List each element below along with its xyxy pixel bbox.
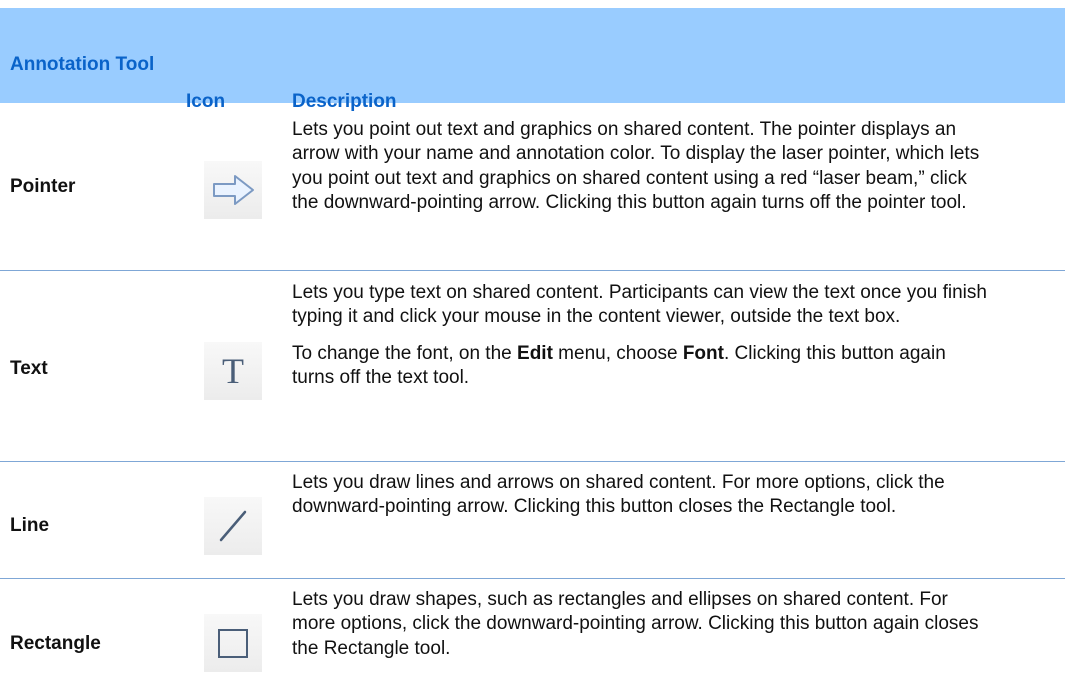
tool-name-line: Line bbox=[10, 515, 50, 536]
arrow-right-icon bbox=[204, 161, 262, 219]
font-menu-item-label: Font bbox=[682, 342, 724, 364]
line-tool-icon bbox=[204, 497, 262, 555]
annotation-tools-table: Annotation Tool Icon Description Pointer… bbox=[0, 0, 1065, 689]
text-description-font-note: To change the font, on the Edit menu, ch… bbox=[292, 342, 946, 388]
row-separator bbox=[0, 461, 1065, 462]
tool-name-text: Text bbox=[10, 358, 48, 379]
header-annotation-tool: Annotation Tool bbox=[10, 54, 155, 75]
header-description: Description bbox=[292, 91, 397, 112]
header-icon: Icon bbox=[186, 91, 226, 112]
text-tool-icon: T bbox=[204, 342, 262, 400]
svg-text:T: T bbox=[222, 351, 244, 391]
line-description: Lets you draw lines and arrows on shared… bbox=[292, 472, 945, 518]
table-header: Annotation Tool Icon Description bbox=[0, 8, 1065, 111]
rectangle-description: Lets you draw shapes, such as rectangles… bbox=[292, 589, 979, 659]
edit-menu-label: Edit bbox=[517, 342, 553, 364]
row-separator bbox=[0, 270, 1065, 271]
text-description: Lets you type text on shared content. Pa… bbox=[292, 281, 992, 390]
tool-name-pointer: Pointer bbox=[10, 176, 76, 197]
rectangle-tool-icon bbox=[204, 614, 262, 672]
row-separator bbox=[0, 578, 1065, 579]
tool-name-rectangle: Rectangle bbox=[10, 633, 101, 654]
pointer-description: Lets you point out text and graphics on … bbox=[292, 119, 980, 213]
